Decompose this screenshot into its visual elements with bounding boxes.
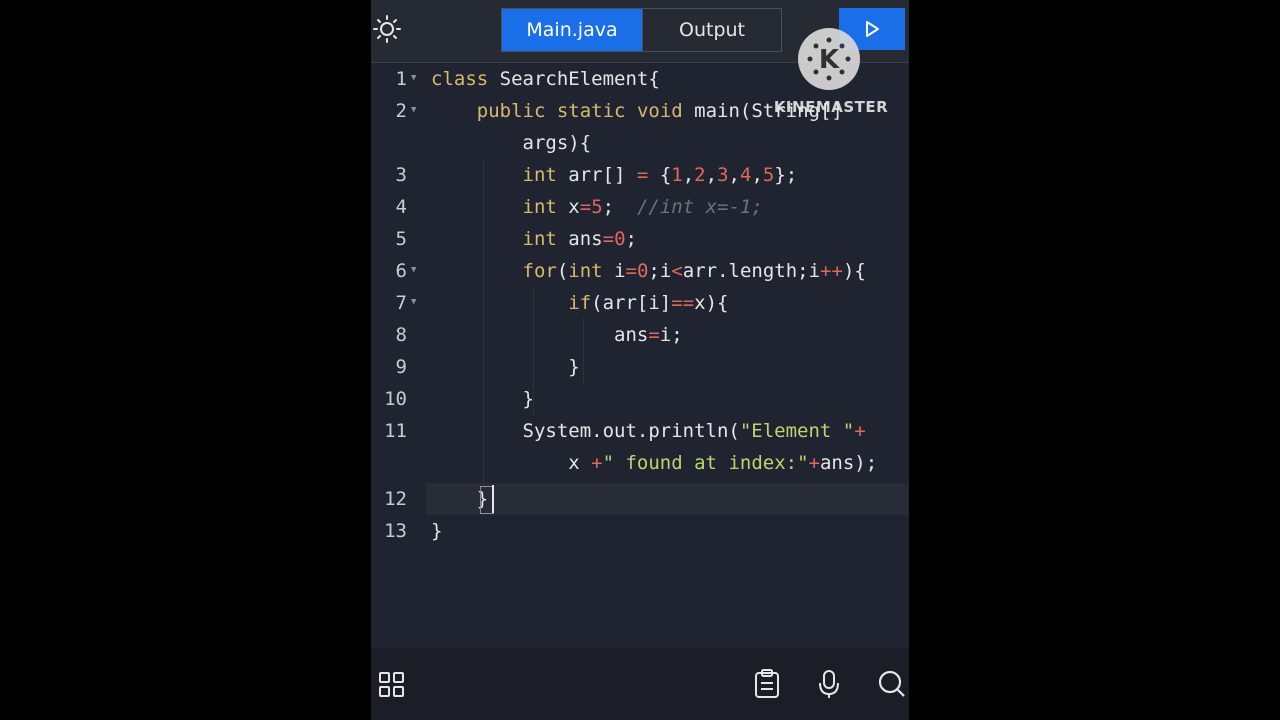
code-text: System.out.println("Element "+ <box>431 420 866 442</box>
code-line: 8 ans=i; <box>371 319 909 351</box>
line-number: 7 <box>395 292 407 314</box>
line-number: 4 <box>395 196 407 218</box>
code-text: for(int i=0;i<arr.length;i++){ <box>522 260 866 282</box>
code-line-wrapped: args){ <box>371 127 909 159</box>
code-line: 7 ▼ if(arr[i]==x){ <box>371 287 909 319</box>
code-text: public static void main(String[] <box>476 100 843 122</box>
code-text: int x=5; //int x=-1; <box>522 196 763 218</box>
line-number: 5 <box>395 228 407 250</box>
code-text: class SearchElement{ <box>431 68 660 90</box>
code-editor[interactable]: 1 ▼ class SearchElement{ 2 ▼ public stat… <box>371 63 909 648</box>
grid-icon[interactable] <box>377 668 409 700</box>
fold-arrow-icon[interactable]: ▼ <box>411 255 416 285</box>
code-text: x +" found at index:"+ans); <box>431 452 878 474</box>
code-line: 1 ▼ class SearchElement{ <box>371 63 909 95</box>
code-text: int arr[] = {1,2,3,4,5}; <box>522 164 798 186</box>
code-text: } <box>431 520 443 542</box>
play-icon <box>866 21 879 37</box>
code-text: } <box>431 388 534 410</box>
line-number: 10 <box>384 388 407 410</box>
text-cursor <box>492 485 494 513</box>
microphone-icon[interactable] <box>814 668 846 700</box>
sun-icon[interactable] <box>371 12 405 46</box>
clipboard-icon[interactable] <box>752 668 784 700</box>
code-line: 9 } <box>371 351 909 383</box>
line-number: 6 <box>395 260 407 282</box>
line-number: 8 <box>395 324 407 346</box>
bottom-toolbar <box>371 648 909 720</box>
code-text: args){ <box>431 132 592 154</box>
line-number: 2 <box>395 100 407 122</box>
code-line: 2 ▼ public static void main(String[] <box>371 95 909 127</box>
code-line: 5 int ans=0; <box>371 223 909 255</box>
line-number: 11 <box>384 420 407 442</box>
fold-arrow-icon[interactable]: ▼ <box>411 287 416 317</box>
code-line: 13 } <box>371 515 909 547</box>
code-line: 3 int arr[] = {1,2,3,4,5}; <box>371 159 909 191</box>
code-line: 6 ▼ for(int i=0;i<arr.length;i++){ <box>371 255 909 287</box>
search-icon[interactable] <box>876 668 908 700</box>
mobile-ide-screen: Main.java Output 1 ▼ class SearchElement… <box>371 0 909 720</box>
line-number: 1 <box>395 68 407 90</box>
run-button[interactable] <box>839 8 905 50</box>
code-text: if(arr[i]==x){ <box>568 292 729 314</box>
tab-output[interactable]: Output <box>642 9 781 51</box>
code-text: ans=i; <box>431 324 683 346</box>
code-line-active: 12 } <box>371 483 909 515</box>
line-number: 9 <box>395 356 407 378</box>
fold-arrow-icon[interactable]: ▼ <box>411 63 416 93</box>
code-line: 10 } <box>371 383 909 415</box>
tab-main-java[interactable]: Main.java <box>502 9 642 51</box>
code-text: } <box>431 356 580 378</box>
code-line-wrapped: x +" found at index:"+ans); <box>371 447 909 479</box>
fold-arrow-icon[interactable]: ▼ <box>411 95 416 125</box>
line-number: 12 <box>384 488 407 510</box>
line-number: 3 <box>395 164 407 186</box>
code-line: 4 int x=5; //int x=-1; <box>371 191 909 223</box>
line-number: 13 <box>384 520 407 542</box>
top-toolbar: Main.java Output <box>371 0 909 63</box>
file-tabs: Main.java Output <box>501 8 782 52</box>
code-line: 11 System.out.println("Element "+ <box>371 415 909 447</box>
code-text: int ans=0; <box>522 228 637 250</box>
